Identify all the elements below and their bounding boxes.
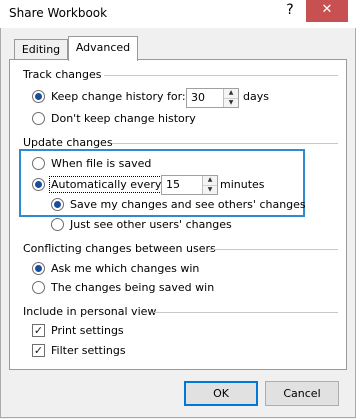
when-saved-label: When file is saved [51, 157, 152, 170]
save-and-see-option[interactable]: Save my changes and see others' changes [51, 198, 306, 211]
close-button[interactable]: ✕ [306, 0, 348, 22]
dont-keep-option[interactable]: Don't keep change history [32, 112, 196, 125]
window-title: Share Workbook [9, 6, 108, 20]
ask-me-label: Ask me which changes win [51, 262, 200, 275]
being-saved-radio[interactable] [32, 281, 45, 294]
dont-keep-label: Don't keep change history [51, 112, 196, 125]
being-saved-label: The changes being saved win [51, 281, 215, 294]
automatically-radio[interactable] [32, 178, 45, 191]
update-minutes-spin-buttons[interactable]: ▲ ▼ [202, 176, 217, 194]
when-saved-radio[interactable] [32, 157, 45, 170]
tab-advanced[interactable]: Advanced [68, 36, 138, 61]
ask-me-option[interactable]: Ask me which changes win [32, 262, 199, 275]
conflicting-separator [209, 249, 338, 250]
history-days-stepper[interactable]: ▲ ▼ [186, 88, 239, 108]
dont-keep-radio[interactable] [32, 112, 45, 125]
help-button[interactable]: ? [280, 0, 300, 22]
keep-history-label: Keep change history for: [51, 90, 186, 103]
update-changes-heading: Update changes [23, 136, 113, 149]
just-see-label: Just see other users' changes [70, 218, 232, 231]
automatically-label: Automatically every: [48, 176, 167, 193]
spin-down-icon[interactable]: ▼ [203, 184, 217, 195]
track-changes-heading: Track changes [23, 68, 102, 81]
filter-settings-option[interactable]: ✓ Filter settings [32, 344, 126, 357]
print-settings-label: Print settings [51, 324, 124, 337]
cancel-button[interactable]: Cancel [265, 381, 339, 406]
personal-view-heading: Include in personal view [23, 305, 157, 318]
update-minutes-unit: minutes [220, 178, 265, 191]
ok-button[interactable]: OK [184, 381, 258, 406]
being-saved-option[interactable]: The changes being saved win [32, 281, 214, 294]
ask-me-radio[interactable] [32, 262, 45, 275]
history-days-unit: days [243, 90, 269, 103]
print-settings-option[interactable]: ✓ Print settings [32, 324, 124, 337]
keep-history-radio[interactable] [32, 90, 45, 103]
save-and-see-label: Save my changes and see others' changes [70, 198, 306, 211]
save-and-see-radio[interactable] [51, 198, 64, 211]
filter-settings-label: Filter settings [51, 344, 126, 357]
update-changes-separator [112, 143, 338, 144]
update-minutes-input[interactable] [162, 176, 202, 194]
just-see-option[interactable]: Just see other users' changes [51, 218, 232, 231]
conflicting-heading: Conflicting changes between users [23, 242, 216, 255]
just-see-radio[interactable] [51, 218, 64, 231]
when-saved-option[interactable]: When file is saved [32, 157, 151, 170]
spin-up-icon[interactable]: ▲ [203, 176, 217, 185]
tab-editing[interactable]: Editing [14, 39, 68, 60]
print-settings-checkbox[interactable]: ✓ [32, 324, 45, 337]
keep-history-option[interactable]: Keep change history for: [32, 90, 186, 103]
spin-down-icon[interactable]: ▼ [224, 97, 238, 108]
spin-up-icon[interactable]: ▲ [224, 89, 238, 98]
history-days-spin-buttons[interactable]: ▲ ▼ [223, 89, 238, 107]
history-days-input[interactable] [187, 89, 223, 107]
update-minutes-stepper[interactable]: ▲ ▼ [161, 175, 218, 195]
filter-settings-checkbox[interactable]: ✓ [32, 344, 45, 357]
personal-view-separator [154, 312, 338, 313]
automatically-option[interactable]: Automatically every: [32, 176, 167, 193]
track-changes-separator [104, 75, 338, 76]
